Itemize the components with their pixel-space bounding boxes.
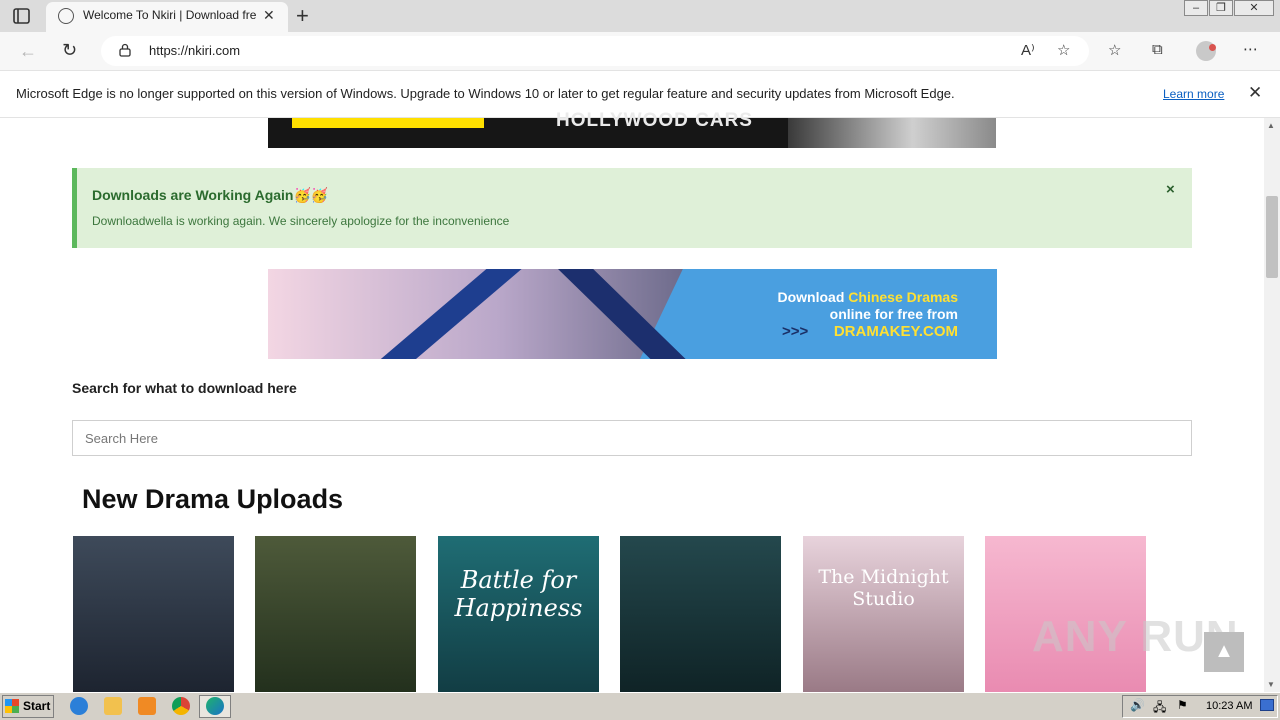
reload-button[interactable]: ↻ bbox=[62, 40, 77, 61]
system-tray bbox=[1122, 695, 1278, 718]
back-button[interactable]: ← bbox=[19, 41, 37, 62]
action-center-flag-icon[interactable]: ⚑ bbox=[1177, 698, 1188, 712]
tab-title[interactable]: Welcome To Nkiri | Download fre bbox=[83, 8, 259, 22]
alert-close-icon[interactable]: × bbox=[1166, 181, 1175, 198]
taskbar bbox=[0, 692, 1280, 720]
file-explorer-icon[interactable] bbox=[104, 697, 122, 715]
media-player-icon[interactable] bbox=[138, 697, 156, 715]
search-input[interactable] bbox=[72, 420, 1192, 456]
more-menu-icon[interactable]: ⋯ bbox=[1243, 40, 1258, 58]
poster-title: Battle for Happiness bbox=[454, 566, 583, 622]
chrome-icon[interactable] bbox=[172, 697, 190, 715]
search-label: Search for what to download here bbox=[72, 380, 297, 396]
url-text[interactable]: https://nkiri.com bbox=[149, 43, 240, 58]
profile-status-dot bbox=[1209, 44, 1216, 51]
new-tab-button[interactable]: + bbox=[296, 3, 309, 29]
banner-headline-highlight: Chinese Dramas bbox=[848, 289, 958, 305]
internet-explorer-icon[interactable] bbox=[70, 697, 88, 715]
read-aloud-icon[interactable]: A⁾ bbox=[1021, 41, 1035, 59]
scroll-down-icon[interactable]: ▼ bbox=[1267, 680, 1275, 689]
banner-text: HOLLYWOOD CARS bbox=[556, 110, 753, 131]
poster-title: The Midnight Studio bbox=[818, 566, 949, 610]
tab-close-icon[interactable]: ✕ bbox=[263, 7, 275, 24]
success-alert bbox=[72, 168, 1192, 248]
scroll-up-icon[interactable]: ▲ bbox=[1267, 121, 1275, 130]
banner-headline-prefix: Download bbox=[777, 289, 849, 305]
back-to-top-button[interactable]: ▲ bbox=[1204, 632, 1244, 672]
infobar-message: Microsoft Edge is no longer supported on… bbox=[16, 86, 955, 101]
poster-card[interactable]: The Midnight Studio bbox=[803, 536, 964, 692]
windows-logo-icon bbox=[5, 699, 19, 713]
network-icon[interactable]: 🖧 bbox=[1153, 698, 1166, 719]
add-favorite-icon[interactable]: ☆ bbox=[1057, 41, 1070, 59]
address-bar[interactable] bbox=[101, 36, 1089, 66]
alert-title: Downloads are Working Again🥳🥳 bbox=[92, 187, 329, 203]
taskbar-clock[interactable]: 10:23 AM bbox=[1206, 700, 1252, 712]
window-close-button[interactable]: ✕ bbox=[1234, 0, 1274, 16]
banner-headline: Download Chinese Dramas bbox=[700, 289, 959, 305]
poster-card[interactable]: Battle for Happiness bbox=[438, 536, 599, 692]
show-desktop-icon[interactable] bbox=[1260, 699, 1274, 711]
restore-button[interactable]: ❐ bbox=[1209, 0, 1233, 16]
edge-icon[interactable] bbox=[206, 697, 224, 715]
scrollbar-thumb[interactable] bbox=[1266, 196, 1278, 278]
banner-car-image bbox=[788, 118, 996, 148]
banner-yellow-button bbox=[292, 118, 484, 128]
tab-actions-icon[interactable] bbox=[9, 6, 35, 26]
banner-subline: online for free from bbox=[829, 306, 958, 322]
poster-card[interactable] bbox=[73, 536, 234, 692]
lock-icon[interactable] bbox=[119, 43, 131, 57]
tab-favicon-icon bbox=[58, 8, 74, 24]
banner-site-name: DRAMAKEY.COM bbox=[833, 323, 958, 340]
poster-card[interactable] bbox=[620, 536, 781, 692]
poster-card[interactable] bbox=[255, 536, 416, 692]
volume-icon[interactable]: 🔊 bbox=[1130, 698, 1145, 712]
learn-more-link[interactable]: Learn more bbox=[1163, 87, 1224, 101]
favorites-icon[interactable]: ☆ bbox=[1108, 41, 1121, 59]
section-heading: New Drama Uploads bbox=[82, 484, 344, 514]
minimize-button[interactable]: – bbox=[1184, 0, 1208, 16]
collections-icon[interactable]: ⧉ bbox=[1152, 41, 1163, 58]
alert-body: Downloadwella is working again. We since… bbox=[92, 214, 510, 228]
infobar-close-icon[interactable]: ✕ bbox=[1248, 83, 1262, 103]
